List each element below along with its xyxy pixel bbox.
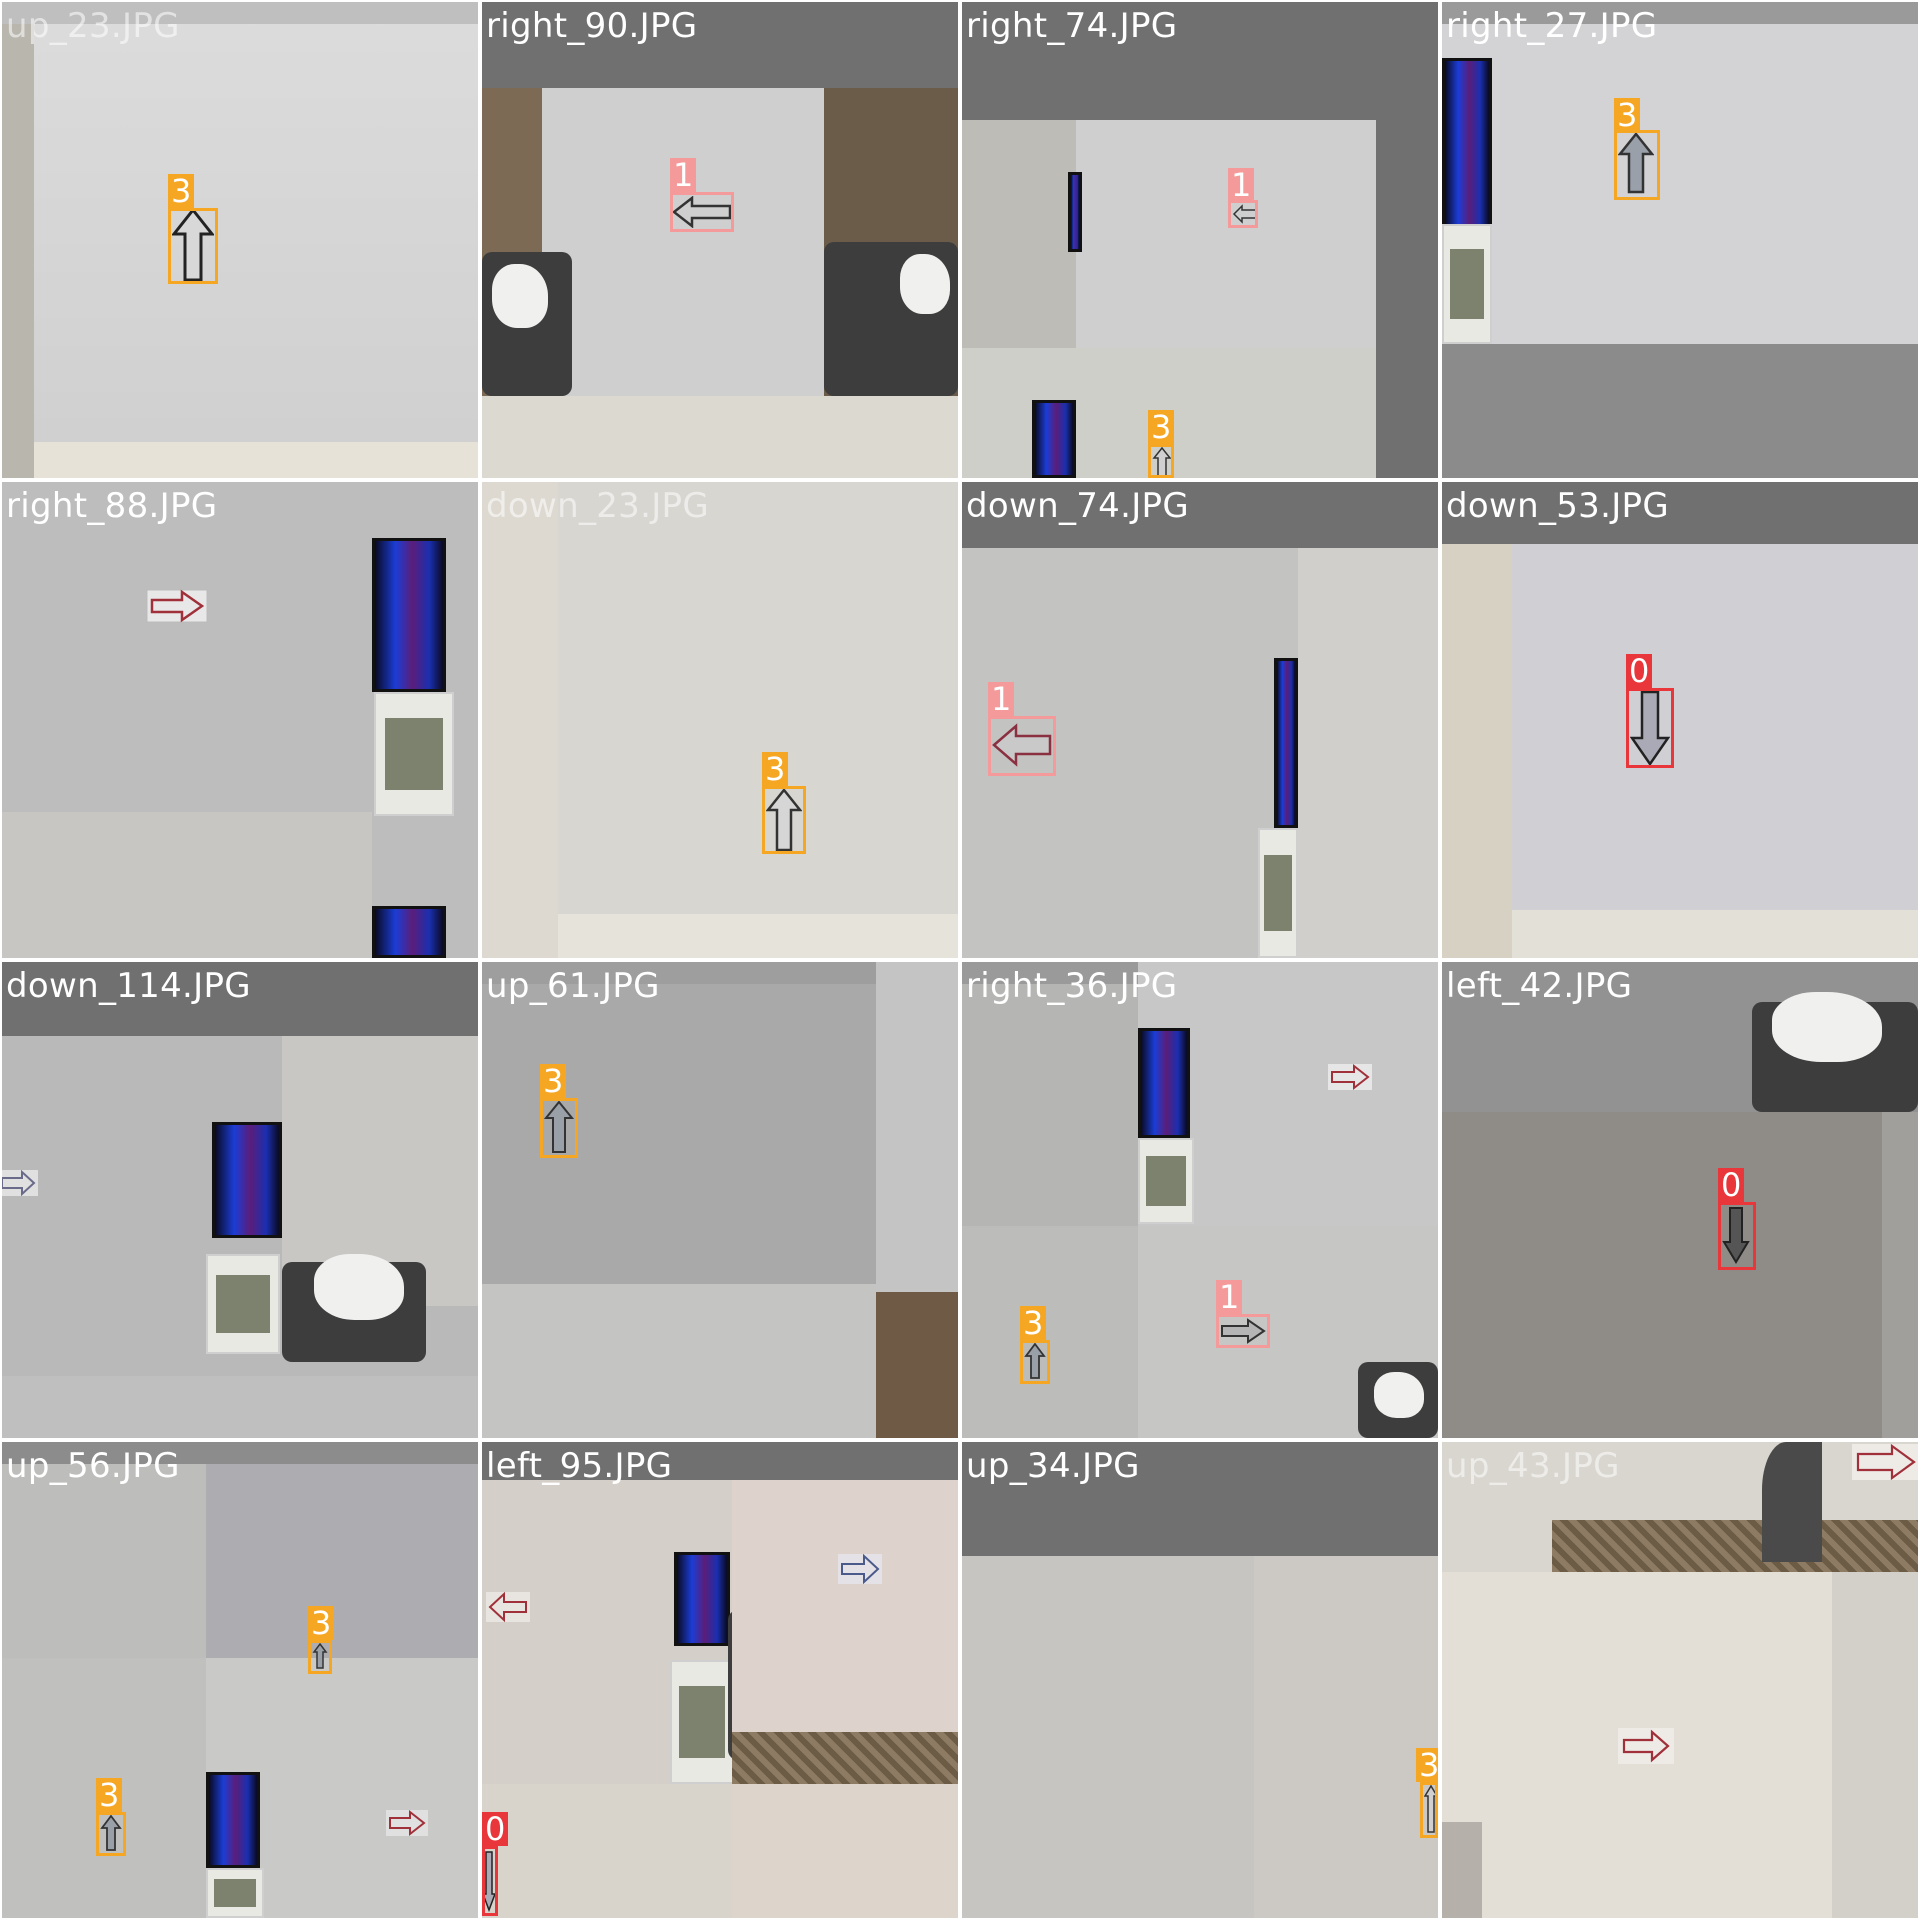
right-arrow-sign bbox=[1852, 1443, 1918, 1481]
detection-class-label: 1 bbox=[670, 158, 697, 192]
detection-class-label: 3 bbox=[1614, 98, 1641, 132]
image-filename: right_74.JPG bbox=[966, 6, 1178, 46]
left-arrow-sign bbox=[486, 1591, 530, 1623]
detection-class-label: 3 bbox=[168, 174, 195, 208]
image-tile[interactable]: up_43.JPG bbox=[1442, 1442, 1918, 1918]
detection-class-label: 3 bbox=[96, 1778, 123, 1812]
image-filename: up_56.JPG bbox=[6, 1446, 180, 1486]
detection-box bbox=[762, 786, 806, 854]
detection-box bbox=[168, 208, 218, 284]
image-tile[interactable]: 3 up_61.JPG bbox=[482, 962, 958, 1438]
detection-class-label: 3 bbox=[1148, 410, 1175, 444]
image-filename: up_43.JPG bbox=[1446, 1446, 1620, 1486]
image-filename: up_61.JPG bbox=[486, 966, 660, 1006]
detection-class-label: 1 bbox=[988, 682, 1015, 716]
image-filename: down_53.JPG bbox=[1446, 486, 1669, 526]
detection-box bbox=[1020, 1340, 1050, 1384]
detection-box bbox=[1626, 688, 1674, 768]
image-filename: right_27.JPG bbox=[1446, 6, 1658, 46]
right-arrow-sign bbox=[838, 1553, 882, 1585]
right-arrow-sign bbox=[146, 589, 208, 623]
image-filename: up_34.JPG bbox=[966, 1446, 1140, 1486]
detection-box bbox=[1718, 1202, 1756, 1270]
image-filename: right_90.JPG bbox=[486, 6, 698, 46]
detection-box bbox=[1420, 1782, 1438, 1838]
detection-box bbox=[482, 1846, 498, 1916]
right-arrow-sign bbox=[386, 1809, 428, 1837]
image-filename: right_88.JPG bbox=[6, 486, 218, 526]
detection-box bbox=[308, 1640, 332, 1674]
image-tile[interactable]: 3 3 up_56.JPG bbox=[2, 1442, 478, 1918]
image-tile[interactable]: 3 right_27.JPG bbox=[1442, 2, 1918, 478]
detection-box bbox=[988, 716, 1056, 776]
image-tile[interactable]: 0 down_53.JPG bbox=[1442, 482, 1918, 958]
image-filename: left_42.JPG bbox=[1446, 966, 1633, 1006]
right-arrow-sign bbox=[1328, 1063, 1372, 1091]
image-tile[interactable]: down_114.JPG bbox=[2, 962, 478, 1438]
detection-class-label: 1 bbox=[1228, 168, 1255, 202]
detection-class-label: 3 bbox=[308, 1606, 335, 1640]
image-filename: up_23.JPG bbox=[6, 6, 180, 46]
mosaic-grid: 3 up_23.JPG 1 right_90.JPG 1 3 right_74.… bbox=[0, 0, 1920, 1920]
detection-class-label: 3 bbox=[762, 752, 789, 786]
detection-box bbox=[1216, 1314, 1270, 1348]
image-tile[interactable]: right_88.JPG bbox=[2, 482, 478, 958]
image-filename: right_36.JPG bbox=[966, 966, 1178, 1006]
image-tile[interactable]: 0 left_95.JPG bbox=[482, 1442, 958, 1918]
image-filename: left_95.JPG bbox=[486, 1446, 673, 1486]
image-tile[interactable]: 3 up_23.JPG bbox=[2, 2, 478, 478]
detection-box bbox=[1148, 444, 1174, 478]
right-arrow-sign bbox=[2, 1169, 38, 1197]
detection-class-label: 0 bbox=[1718, 1168, 1745, 1202]
image-tile[interactable]: 3 1 right_36.JPG bbox=[962, 962, 1438, 1438]
image-filename: down_74.JPG bbox=[966, 486, 1189, 526]
image-filename: down_23.JPG bbox=[486, 486, 709, 526]
detection-class-label: 0 bbox=[482, 1812, 509, 1846]
image-filename: down_114.JPG bbox=[6, 966, 251, 1006]
image-tile[interactable]: 3 down_23.JPG bbox=[482, 482, 958, 958]
detection-box bbox=[1614, 130, 1660, 200]
detection-box bbox=[1228, 200, 1258, 228]
detection-box bbox=[96, 1812, 126, 1856]
detection-box bbox=[670, 192, 734, 232]
image-tile[interactable]: 3 up_34.JPG bbox=[962, 1442, 1438, 1918]
right-arrow-sign bbox=[1618, 1728, 1674, 1764]
image-tile[interactable]: 1 down_74.JPG bbox=[962, 482, 1438, 958]
detection-class-label: 3 bbox=[1020, 1306, 1047, 1340]
image-tile[interactable]: 0 left_42.JPG bbox=[1442, 962, 1918, 1438]
detection-class-label: 1 bbox=[1216, 1280, 1243, 1314]
detection-box bbox=[540, 1098, 578, 1158]
image-tile[interactable]: 1 3 right_74.JPG bbox=[962, 2, 1438, 478]
image-tile[interactable]: 1 right_90.JPG bbox=[482, 2, 958, 478]
detection-class-label: 3 bbox=[1416, 1748, 1438, 1782]
detection-class-label: 3 bbox=[540, 1064, 567, 1098]
detection-class-label: 0 bbox=[1626, 654, 1653, 688]
